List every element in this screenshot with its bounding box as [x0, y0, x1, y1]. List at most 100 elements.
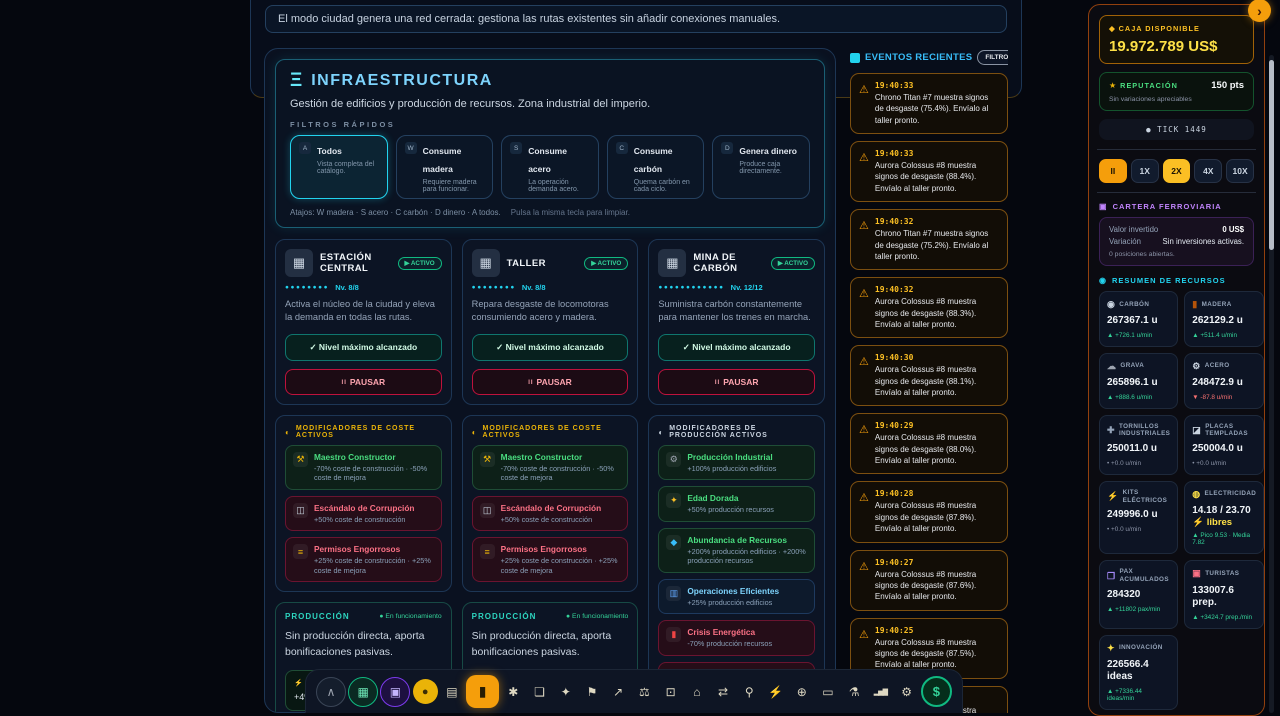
toolbar-sparkles-icon[interactable]: ✦ [554, 680, 578, 704]
warning-icon: ⚠ [859, 491, 869, 534]
event-item[interactable]: ⚠ 19:40:33 Chrono Titan #7 muestra signo… [850, 73, 1008, 134]
filter-desc: La operación demanda acero. [528, 179, 590, 193]
level-label: Nv. 8/8 [335, 283, 359, 292]
cost-modifiers-title: MODIFICADORES DE COSTE ACTIVOS [296, 425, 442, 439]
max-level-button[interactable]: ✓ Nivel máximo alcanzado [472, 334, 629, 361]
filter-key-badge: A [299, 142, 311, 154]
toolbar-lightning-icon[interactable]: ⚡ [764, 680, 788, 704]
toolbar-collapse-chevron-icon[interactable]: ∧ [316, 677, 346, 707]
building-card-mina-de-carbon: ▦ MINA DE CARBÓN ▶ ACTIVO ●●●●●●●●●●●● N… [648, 239, 825, 713]
warning-icon: ⚠ [859, 287, 869, 330]
portfolio-header: ▣ CARTERA FERROVIARIA [1099, 202, 1254, 211]
toolbar-exchange-icon[interactable]: ⇄ [711, 680, 735, 704]
resources-grid: ◉ CARBÓN 267367.1 u ▲ +726.1 u/min ▮ MAD… [1099, 291, 1254, 710]
resource-icon: ✦ [1107, 643, 1115, 654]
level-dots: ●●●●●●●●●●●● [658, 284, 724, 291]
resource-rate: • +0.0 u/min [1107, 526, 1170, 533]
resource-value: 250004.0 u [1192, 443, 1256, 456]
divider [1097, 149, 1256, 150]
event-item[interactable]: ⚠ 19:40:27 Aurora Colossus #8 muestra si… [850, 550, 1008, 611]
toolbar-journal-icon[interactable]: ▤ [440, 680, 464, 704]
max-level-button[interactable]: ✓ Nivel máximo alcanzado [285, 334, 442, 361]
toolbar-globe-icon[interactable]: ⊕ [790, 680, 814, 704]
toolbar-money-icon[interactable]: $ [921, 676, 952, 707]
toolbar-flask-icon[interactable]: ⚗ [842, 680, 866, 704]
pause-button[interactable]: IIPAUSAR [658, 369, 815, 395]
speed-button[interactable]: 4X [1194, 159, 1222, 183]
toolbar-flag-icon[interactable]: ⚑ [580, 680, 604, 704]
speed-button[interactable]: II [1099, 159, 1127, 183]
toolbar-map-icon[interactable]: ▦ [348, 677, 378, 707]
modifier-title: Permisos Engorrosos [501, 544, 621, 554]
speed-controls: II1X2X4X10X [1099, 159, 1254, 183]
filter-chip[interactable]: C Consume carbón Quema carbón en cada ci… [607, 135, 705, 199]
production-modifiers-title: MODIFICADORES DE PRODUCCIÓN ACTIVOS [669, 425, 815, 439]
resource-rate: • +0.0 u/min [1192, 460, 1256, 467]
production-text: Sin producción directa, aporta bonificac… [472, 629, 629, 661]
event-item[interactable]: ⚠ 19:40:32 Aurora Colossus #8 muestra si… [850, 277, 1008, 338]
modifier-effect: +25% coste de construcción · +25% coste … [501, 556, 621, 575]
resource-card: ◍ ELECTRICIDAD 14.18 / 23.70 ⚡ libres ▲ … [1184, 481, 1264, 555]
resource-icon: ▣ [1192, 568, 1201, 579]
toolbar-scales-icon[interactable]: ⚖ [632, 680, 656, 704]
event-message: Aurora Colossus #8 muestra signos de des… [875, 500, 999, 534]
filter-chip[interactable]: D Genera dinero Produce caja directament… [712, 135, 810, 199]
shortcuts-hint: Atajos: W madera · S acero · C carbón · … [290, 208, 810, 217]
filter-chip[interactable]: A Todos Vista completa del catálogo. [290, 135, 388, 199]
scrollbar-thumb[interactable] [1269, 60, 1274, 250]
modifiers-icon: ◐ [658, 428, 664, 437]
toolbar-paw-icon[interactable]: ✱ [501, 680, 525, 704]
event-message: Aurora Colossus #8 muestra signos de des… [875, 364, 999, 398]
event-item[interactable]: ⚠ 19:40:29 Aurora Colossus #8 muestra si… [850, 413, 1008, 474]
pause-button[interactable]: IIPAUSAR [285, 369, 442, 395]
modifier-icon: ⚒ [480, 452, 495, 467]
cost-modifiers-box: ◐MODIFICADORES DE COSTE ACTIVOS ⚒ Maestr… [275, 415, 452, 592]
event-item[interactable]: ⚠ 19:40:28 Aurora Colossus #8 muestra si… [850, 481, 1008, 542]
resource-name: TURISTAS [1205, 570, 1239, 578]
resource-rate: • +0.0 u/min [1107, 460, 1170, 467]
toolbar-infrastructure-icon[interactable]: ▮ [466, 675, 499, 708]
speed-button[interactable]: 10X [1226, 159, 1254, 183]
building-head: ▦ ESTACIÓN CENTRAL ▶ ACTIVO ●●●●●●●● Nv.… [275, 239, 452, 405]
building-name: TALLER [507, 258, 546, 269]
speed-button[interactable]: 1X [1131, 159, 1159, 183]
filter-desc: Vista completa del catálogo. [317, 161, 379, 175]
hud-sidebar: ◆ CAJA DISPONIBLE 19.972.789 US$ ★ REPUT… [1088, 4, 1265, 716]
event-item[interactable]: ⚠ 19:40:30 Aurora Colossus #8 muestra si… [850, 345, 1008, 406]
toolbar-media-icon[interactable]: ⊡ [659, 680, 683, 704]
modifier-title: Escándalo de Corrupción [314, 503, 415, 513]
production-title: PRODUCCIÓN [285, 612, 350, 621]
modifier-icon: ≡ [480, 544, 495, 559]
toolbar-billboard-icon[interactable]: ▭ [816, 680, 840, 704]
filter-chip[interactable]: S Consume acero La operación demanda ace… [501, 135, 599, 199]
toolbar-lightbulb-icon[interactable]: ⚲ [737, 680, 761, 704]
cash-box: ◆ CAJA DISPONIBLE 19.972.789 US$ [1099, 15, 1254, 64]
toolbar-bank-icon[interactable]: ⌂ [685, 680, 709, 704]
pause-button[interactable]: IIPAUSAR [472, 369, 629, 395]
speed-button[interactable]: 2X [1163, 159, 1191, 183]
filter-chip[interactable]: W Consume madera Requiere madera para fu… [396, 135, 494, 199]
events-filter-button[interactable]: FILTROS (1) [977, 50, 1008, 65]
mode-info-banner: El modo ciudad genera una red cerrada: g… [265, 5, 1007, 33]
cash-icon: ◆ [1109, 24, 1116, 33]
sidebar-collapse-button[interactable]: › [1248, 0, 1271, 22]
event-item[interactable]: ⚠ 19:40:33 Aurora Colossus #8 muestra si… [850, 141, 1008, 202]
toolbar-trend-icon[interactable]: ↗ [606, 680, 630, 704]
modifier-item: ◆ Abundancia de Recursos +200% producció… [658, 528, 815, 573]
toolbar-clipboard-icon[interactable]: ❏ [528, 680, 552, 704]
level-label: Nv. 12/12 [731, 283, 763, 292]
resource-extra: ⚡ libres [1192, 517, 1256, 528]
event-item[interactable]: ⚠ 19:40:32 Chrono Titan #7 muestra signo… [850, 209, 1008, 270]
resource-name: INNOVACIÓN [1119, 644, 1163, 652]
event-time: 19:40:33 [875, 81, 999, 90]
toolbar-barchart-icon[interactable]: ▂▅▇ [868, 680, 892, 704]
filter-desc: Requiere madera para funcionar. [423, 179, 485, 193]
max-level-button[interactable]: ✓ Nivel máximo alcanzado [658, 334, 815, 361]
toolbar-duck-icon[interactable]: ● [413, 679, 438, 704]
toolbar-gear-icon[interactable]: ⚙ [895, 680, 919, 704]
pause-icon: II [528, 380, 533, 386]
modifier-icon: ◆ [666, 535, 681, 550]
building-name: MINA DE CARBÓN [693, 252, 764, 274]
tick-counter: ● TICK 1449 [1099, 119, 1254, 140]
toolbar-lock-icon[interactable]: ▣ [380, 677, 410, 707]
